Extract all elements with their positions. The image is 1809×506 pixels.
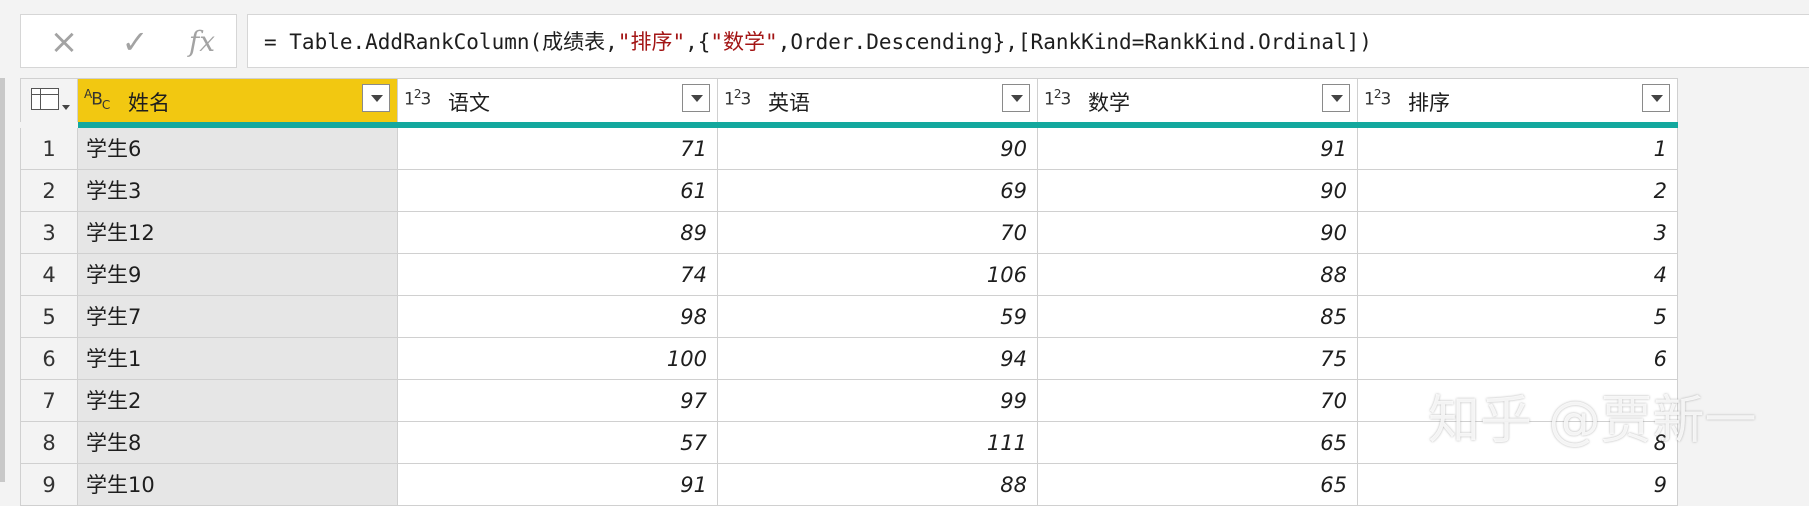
number-type-icon[interactable]: 123	[724, 87, 751, 110]
row-number[interactable]: 6	[20, 338, 78, 380]
cell-value[interactable]: 94	[718, 338, 1038, 380]
filter-dropdown-icon[interactable]	[1322, 84, 1350, 112]
cell-value[interactable]: 85	[1038, 296, 1358, 338]
column-label: 语文	[448, 91, 490, 115]
cell-value[interactable]: 97	[398, 380, 718, 422]
cell-value[interactable]: 100	[398, 338, 718, 380]
cell-value[interactable]: 2	[1358, 170, 1678, 212]
cell-name[interactable]: 学生10	[78, 464, 398, 506]
cell-value[interactable]: 99	[718, 380, 1038, 422]
cell-value[interactable]: 6	[1358, 338, 1678, 380]
row-number[interactable]: 9	[20, 464, 78, 506]
cell-value[interactable]: 61	[398, 170, 718, 212]
formula-string-rank: "排序"	[617, 30, 686, 54]
row-number[interactable]: 1	[20, 128, 78, 170]
cell-value[interactable]: 98	[398, 296, 718, 338]
number-type-icon[interactable]: 123	[1364, 87, 1391, 110]
cell-name[interactable]: 学生3	[78, 170, 398, 212]
number-type-icon[interactable]: 123	[1044, 87, 1071, 110]
column-header-math[interactable]: 123 数学	[1038, 78, 1358, 122]
filter-dropdown-icon[interactable]	[1002, 84, 1030, 112]
cell-value[interactable]: 65	[1038, 422, 1358, 464]
caret-down-icon[interactable]	[62, 105, 70, 110]
column-label: 英语	[768, 91, 810, 115]
cell-value[interactable]: 70	[1038, 380, 1358, 422]
column-label: 排序	[1408, 91, 1450, 115]
cell-value[interactable]: 91	[1038, 128, 1358, 170]
text-type-icon[interactable]: ABC	[84, 87, 110, 112]
table-icon[interactable]	[31, 88, 59, 110]
table-menu[interactable]	[20, 78, 78, 122]
row-number[interactable]: 2	[20, 170, 78, 212]
cell-name[interactable]: 学生7	[78, 296, 398, 338]
watermark: 知乎 @贾新一	[1428, 391, 1757, 451]
check-icon[interactable]: ✓	[110, 15, 160, 69]
cell-name[interactable]: 学生1	[78, 338, 398, 380]
row-number[interactable]: 3	[20, 212, 78, 254]
column-header-chinese[interactable]: 123 语文	[398, 78, 718, 122]
cell-value[interactable]: 4	[1358, 254, 1678, 296]
cell-value[interactable]: 89	[398, 212, 718, 254]
cell-value[interactable]: 90	[718, 128, 1038, 170]
cell-value[interactable]: 9	[1358, 464, 1678, 506]
formula-text-mid: ,{	[685, 30, 711, 54]
column-label: 姓名	[128, 91, 170, 115]
cell-value[interactable]: 57	[398, 422, 718, 464]
cell-name[interactable]: 学生8	[78, 422, 398, 464]
cell-value[interactable]: 91	[398, 464, 718, 506]
cell-value[interactable]: 1	[1358, 128, 1678, 170]
column-label: 数学	[1088, 91, 1130, 115]
row-number[interactable]: 4	[20, 254, 78, 296]
column-header-rank[interactable]: 123 排序	[1358, 78, 1678, 122]
formula-text-suffix: ,Order.Descending},[RankKind=RankKind.Or…	[777, 30, 1372, 54]
filter-dropdown-icon[interactable]	[1642, 84, 1670, 112]
cancel-icon[interactable]: ×	[39, 15, 89, 69]
formula-text-prefix: = Table.AddRankColumn(成绩表,	[264, 30, 618, 54]
cell-value[interactable]: 3	[1358, 212, 1678, 254]
cell-value[interactable]: 75	[1038, 338, 1358, 380]
cell-value[interactable]: 70	[718, 212, 1038, 254]
cell-value[interactable]: 74	[398, 254, 718, 296]
cell-name[interactable]: 学生2	[78, 380, 398, 422]
cell-value[interactable]: 59	[718, 296, 1038, 338]
column-header-name[interactable]: ABC 姓名	[78, 78, 398, 122]
formula-string-math: "数学"	[710, 30, 778, 54]
cell-value[interactable]: 90	[1038, 212, 1358, 254]
cell-name[interactable]: 学生6	[78, 128, 398, 170]
cell-value[interactable]: 111	[718, 422, 1038, 464]
formula-input[interactable]: = Table.AddRankColumn(成绩表,"排序",{"数学",Ord…	[247, 14, 1809, 68]
cell-value[interactable]: 88	[718, 464, 1038, 506]
cell-name[interactable]: 学生12	[78, 212, 398, 254]
row-number[interactable]: 5	[20, 296, 78, 338]
pane-divider	[0, 78, 5, 482]
fx-icon[interactable]: fx	[177, 15, 227, 69]
cell-value[interactable]: 106	[718, 254, 1038, 296]
formula-controls: × ✓ fx	[20, 14, 237, 68]
cell-value[interactable]: 90	[1038, 170, 1358, 212]
cell-value[interactable]: 71	[398, 128, 718, 170]
filter-dropdown-icon[interactable]	[362, 84, 390, 112]
row-number[interactable]: 8	[20, 422, 78, 464]
cell-value[interactable]: 5	[1358, 296, 1678, 338]
number-type-icon[interactable]: 123	[404, 87, 431, 110]
column-header-english[interactable]: 123 英语	[718, 78, 1038, 122]
cell-value[interactable]: 88	[1038, 254, 1358, 296]
filter-dropdown-icon[interactable]	[682, 84, 710, 112]
cell-value[interactable]: 69	[718, 170, 1038, 212]
cell-value[interactable]: 65	[1038, 464, 1358, 506]
row-number[interactable]: 7	[20, 380, 78, 422]
cell-name[interactable]: 学生9	[78, 254, 398, 296]
